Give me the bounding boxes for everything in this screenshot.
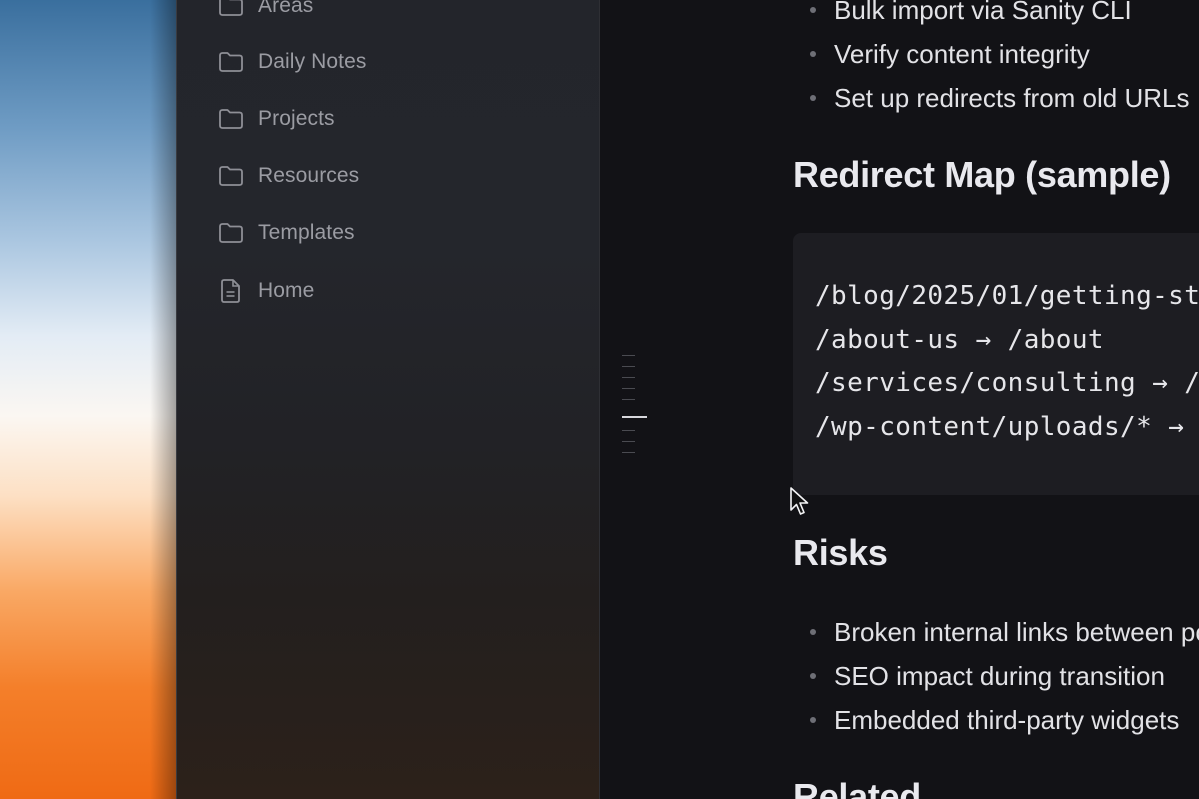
folder-icon: [217, 0, 245, 20]
bullet-icon: [810, 673, 816, 679]
sidebar-item-label: Daily Notes: [258, 50, 367, 73]
outline-minimap[interactable]: [622, 355, 652, 465]
heading-redirect-map: Redirect Map (sample): [793, 154, 1171, 195]
sidebar-item-resources[interactable]: Resources: [217, 156, 577, 196]
risks-list: Broken internal links between posts SEO …: [793, 610, 1199, 742]
bullet-icon: [810, 51, 816, 57]
bullet-icon: [810, 95, 816, 101]
code-line: /wp-content/uploads/* → /assets/*: [815, 412, 1199, 442]
sidebar-item-templates[interactable]: Templates: [217, 213, 577, 253]
bullet-icon: [810, 717, 816, 723]
code-line: /blog/2025/01/getting-started: [815, 281, 1199, 311]
sidebar-item-label: Projects: [258, 107, 335, 130]
minimap-tick[interactable]: [622, 441, 635, 442]
steps-list: Bulk import via Sanity CLI Verify conten…: [793, 0, 1189, 120]
list-item: Set up redirects from old URLs: [793, 76, 1189, 120]
screen: Areas Daily Notes Projects Resources Tem…: [0, 0, 1199, 799]
bullet-icon: [810, 7, 816, 13]
code-block[interactable]: /blog/2025/01/getting-started /about-us …: [793, 233, 1199, 495]
minimap-tick[interactable]: [622, 452, 635, 453]
code-line: /about-us → /about: [815, 325, 1104, 355]
sidebar-item-home[interactable]: Home: [217, 271, 577, 311]
heading-risks: Risks: [793, 532, 888, 573]
sidebar-item-label: Areas: [258, 0, 314, 17]
minimap-tick[interactable]: [622, 355, 635, 356]
sidebar-item-daily-notes[interactable]: Daily Notes: [217, 42, 577, 82]
code-line: /services/consulting → /consulting: [815, 368, 1199, 398]
minimap-tick[interactable]: [622, 377, 635, 378]
minimap-tick[interactable]: [622, 388, 635, 389]
bullet-icon: [810, 629, 816, 635]
sidebar-item-label: Home: [258, 279, 315, 302]
file-explorer-sidebar: Areas Daily Notes Projects Resources Tem…: [176, 0, 600, 799]
list-item: Verify content integrity: [793, 32, 1189, 76]
file-icon: [217, 277, 245, 305]
folder-icon: [217, 219, 245, 247]
minimap-tick-active[interactable]: [622, 416, 647, 418]
note-editor[interactable]: Bulk import via Sanity CLI Verify conten…: [601, 0, 1199, 799]
sidebar-item-projects[interactable]: Projects: [217, 99, 577, 139]
list-item: SEO impact during transition: [793, 654, 1199, 698]
minimap-tick[interactable]: [622, 366, 635, 367]
mouse-pointer-icon: [790, 487, 809, 515]
folder-icon: [217, 105, 245, 133]
minimap-tick[interactable]: [622, 430, 635, 431]
heading-related: Related: [793, 776, 921, 799]
sidebar-item-label: Templates: [258, 221, 355, 244]
window-shadow: [150, 0, 176, 799]
minimap-tick[interactable]: [622, 399, 635, 400]
sidebar-item-label: Resources: [258, 164, 360, 187]
list-item: Embedded third-party widgets: [793, 698, 1199, 742]
sidebar-item-areas[interactable]: Areas: [217, 0, 577, 26]
list-item: Bulk import via Sanity CLI: [793, 0, 1189, 32]
list-item: Broken internal links between posts: [793, 610, 1199, 654]
folder-icon: [217, 48, 245, 76]
folder-icon: [217, 162, 245, 190]
